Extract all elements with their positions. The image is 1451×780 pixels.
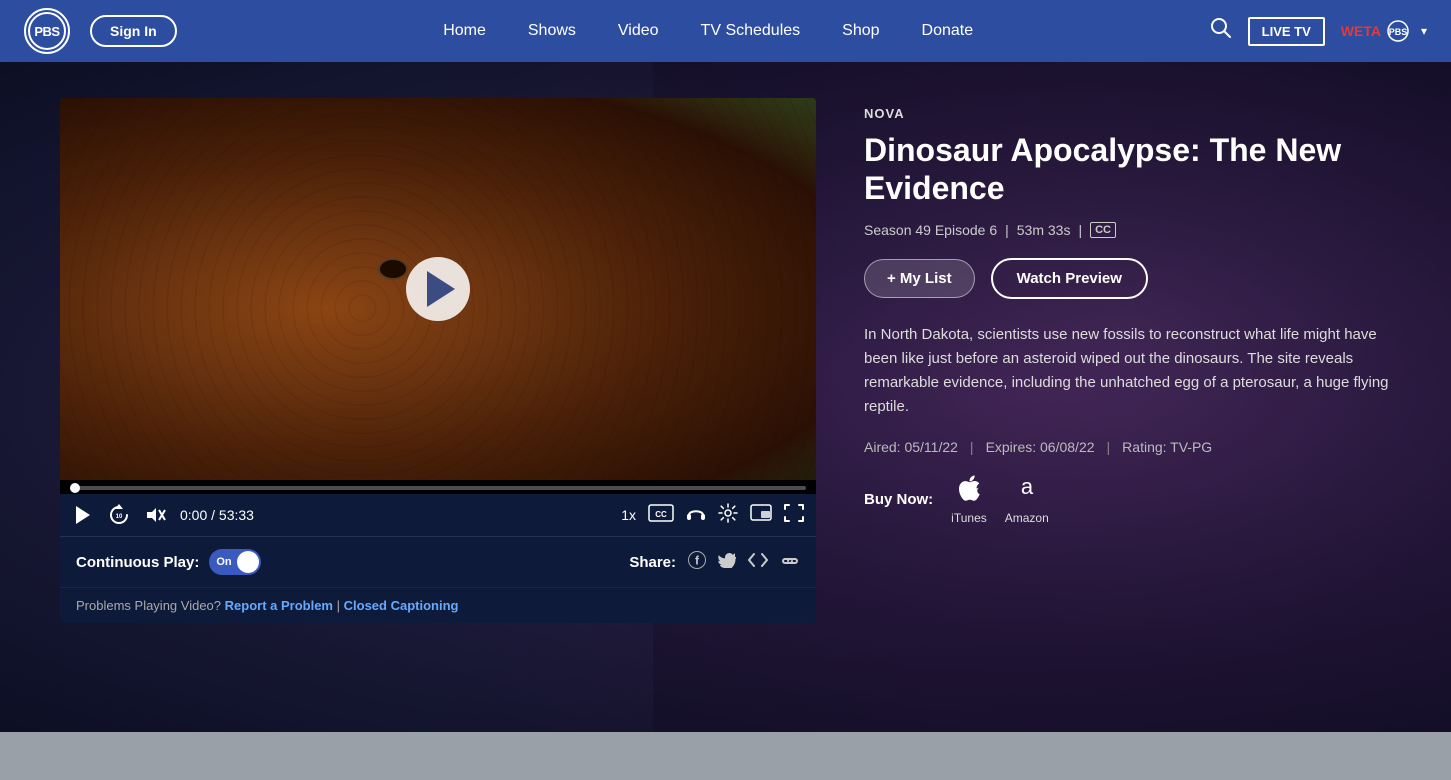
twitter-icon[interactable] bbox=[718, 552, 736, 573]
settings-button[interactable] bbox=[718, 503, 738, 528]
video-problem-bar: Problems Playing Video? Report a Problem… bbox=[60, 587, 816, 623]
progress-bar-container bbox=[60, 480, 816, 494]
itunes-label: iTunes bbox=[951, 511, 987, 525]
svg-text:PBS: PBS bbox=[34, 24, 60, 39]
cc-badge: CC bbox=[1090, 222, 1116, 238]
continuous-play-label: Continuous Play: bbox=[76, 554, 199, 571]
svg-text:10: 10 bbox=[116, 514, 123, 520]
station-pbs-logo: PBS bbox=[1387, 20, 1415, 42]
video-bottom-bar: Continuous Play: On Share: f bbox=[60, 536, 816, 587]
nav-link-home[interactable]: Home bbox=[443, 22, 486, 40]
headphones-button[interactable] bbox=[686, 504, 706, 527]
station-name: WETA bbox=[1341, 23, 1381, 39]
amazon-store-button[interactable]: a Amazon bbox=[1005, 475, 1049, 525]
nav-right: LIVE TV WETA PBS ▾ bbox=[1210, 17, 1427, 46]
video-player: 10 0:00 / 53:33 1x bbox=[60, 98, 816, 623]
hero-content: 10 0:00 / 53:33 1x bbox=[0, 62, 1451, 659]
svg-text:f: f bbox=[695, 553, 700, 567]
episode-meta: Season 49 Episode 6 | 53m 33s | CC bbox=[864, 222, 1391, 238]
show-name: NOVA bbox=[864, 106, 1391, 121]
rating: Rating: TV-PG bbox=[1122, 439, 1212, 455]
buy-now-row: Buy Now: iTunes a bbox=[864, 475, 1391, 525]
season-episode: Season 49 Episode 6 bbox=[864, 222, 997, 238]
play-pause-button[interactable] bbox=[72, 503, 94, 527]
link-icon[interactable] bbox=[780, 552, 800, 573]
meta-separator-2: | bbox=[1078, 222, 1082, 238]
continuous-play-control: Continuous Play: On bbox=[76, 549, 261, 575]
facebook-icon[interactable]: f bbox=[688, 551, 706, 574]
pbs-logo-circle: PBS bbox=[24, 8, 70, 54]
chevron-down-icon: ▾ bbox=[1421, 24, 1427, 38]
bottom-bar bbox=[0, 732, 1451, 780]
time-display: 0:00 / 53:33 bbox=[180, 507, 254, 523]
continuous-play-toggle[interactable]: On bbox=[209, 549, 261, 575]
nav-link-donate[interactable]: Donate bbox=[922, 22, 974, 40]
play-button[interactable] bbox=[406, 257, 470, 321]
embed-icon[interactable] bbox=[748, 552, 768, 573]
speed-button[interactable]: 1x bbox=[621, 507, 636, 523]
video-player-wrapper: 10 0:00 / 53:33 1x bbox=[60, 98, 816, 623]
nav-link-tvschedules[interactable]: TV Schedules bbox=[701, 22, 801, 40]
buy-now-label: Buy Now: bbox=[864, 491, 933, 508]
episode-description: In North Dakota, scientists use new foss… bbox=[864, 323, 1391, 419]
station-selector[interactable]: WETA PBS ▾ bbox=[1341, 20, 1427, 42]
amazon-label: Amazon bbox=[1005, 511, 1049, 525]
mute-button[interactable] bbox=[144, 505, 168, 525]
watch-preview-button[interactable]: Watch Preview bbox=[991, 258, 1148, 299]
nav-links: Home Shows Video TV Schedules Shop Donat… bbox=[207, 22, 1210, 40]
cc-button[interactable]: CC bbox=[648, 504, 674, 527]
progress-dot bbox=[70, 483, 80, 493]
mylist-button[interactable]: + My List bbox=[864, 259, 975, 298]
apple-icon bbox=[958, 475, 980, 508]
fullscreen-button[interactable] bbox=[784, 504, 804, 527]
play-triangle-icon bbox=[427, 271, 455, 307]
expires-date: Expires: 06/08/22 bbox=[986, 439, 1095, 455]
livetv-button[interactable]: LIVE TV bbox=[1248, 17, 1325, 46]
svg-text:PBS: PBS bbox=[1389, 27, 1408, 37]
share-label: Share: bbox=[629, 554, 676, 571]
meta-separator-1: | bbox=[1005, 222, 1009, 238]
signin-button[interactable]: Sign In bbox=[90, 15, 177, 47]
hero-background: 10 0:00 / 53:33 1x bbox=[0, 62, 1451, 732]
episode-title: Dinosaur Apocalypse: The New Evidence bbox=[864, 131, 1391, 208]
closed-captioning-link[interactable]: Closed Captioning bbox=[344, 598, 459, 613]
nav-link-video[interactable]: Video bbox=[618, 22, 659, 40]
problem-text: Problems Playing Video? bbox=[76, 598, 221, 613]
duration: 53m 33s bbox=[1017, 222, 1071, 238]
separator: | bbox=[337, 598, 340, 613]
progress-track[interactable] bbox=[70, 486, 806, 490]
toggle-on-label: On bbox=[216, 556, 231, 568]
aired-date: Aired: 05/11/22 bbox=[864, 439, 958, 455]
dino-eye bbox=[378, 258, 408, 280]
episode-aired-info: Aired: 05/11/22 | Expires: 06/08/22 | Ra… bbox=[864, 439, 1391, 455]
action-buttons: + My List Watch Preview bbox=[864, 258, 1391, 299]
replay-10-button[interactable]: 10 bbox=[106, 502, 132, 528]
aired-separator-1: | bbox=[970, 439, 974, 455]
amazon-icon: a bbox=[1014, 475, 1040, 508]
aired-separator-2: | bbox=[1107, 439, 1111, 455]
nav-link-shows[interactable]: Shows bbox=[528, 22, 576, 40]
video-controls: 10 0:00 / 53:33 1x bbox=[60, 494, 816, 536]
picture-in-picture-button[interactable] bbox=[750, 504, 772, 526]
nav-link-shop[interactable]: Shop bbox=[842, 22, 879, 40]
navbar: PBS Sign In Home Shows Video TV Schedule… bbox=[0, 0, 1451, 62]
svg-text:a: a bbox=[1021, 475, 1034, 499]
video-thumbnail bbox=[60, 98, 816, 480]
svg-text:CC: CC bbox=[655, 510, 667, 519]
search-icon[interactable] bbox=[1210, 17, 1232, 45]
info-panel: NOVA Dinosaur Apocalypse: The New Eviden… bbox=[864, 98, 1391, 525]
toggle-knob bbox=[237, 551, 259, 573]
report-problem-link[interactable]: Report a Problem bbox=[225, 598, 333, 613]
itunes-store-button[interactable]: iTunes bbox=[951, 475, 987, 525]
share-bar: Share: f bbox=[629, 551, 800, 574]
pbs-logo[interactable]: PBS bbox=[24, 8, 70, 54]
